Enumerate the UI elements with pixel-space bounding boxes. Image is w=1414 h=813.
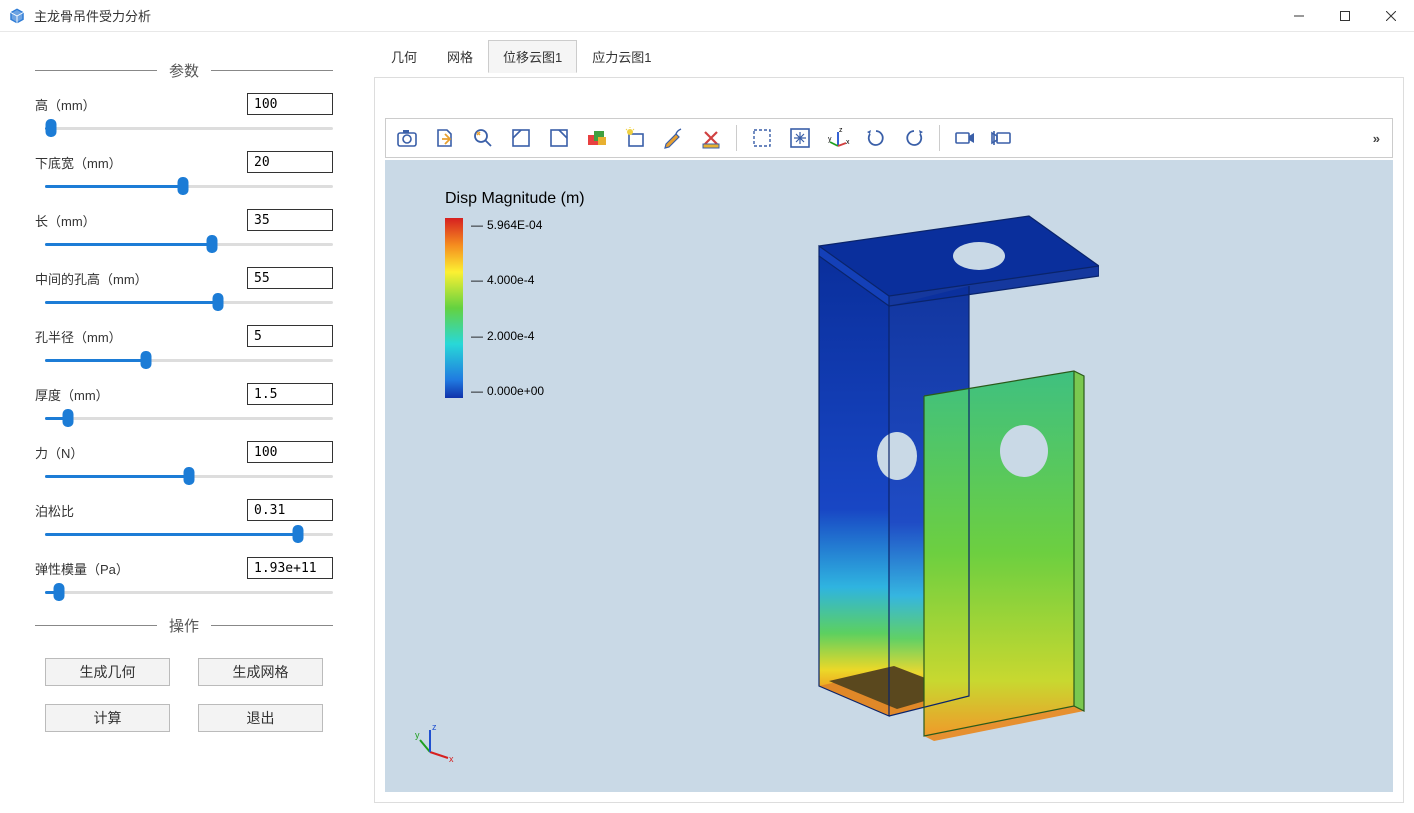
viewport-canvas[interactable]: Disp Magnitude (m) 5.964E-04 4.000e-4 2.00…	[385, 160, 1393, 792]
legend-title: Disp Magnitude (m)	[445, 190, 585, 208]
param-slider-4[interactable]	[45, 351, 333, 369]
camera-rec-icon[interactable]	[950, 123, 980, 153]
axis-icon[interactable]: zy x	[823, 123, 853, 153]
sidebar: 参数 高（mm） 下底宽（mm） 长（mm）	[0, 32, 368, 813]
param-label: 力（N）	[35, 443, 83, 462]
zoom-icon[interactable]	[468, 123, 498, 153]
compute-button[interactable]: 计算	[45, 704, 170, 732]
param-slider-3[interactable]	[45, 293, 333, 311]
camera-icon[interactable]	[392, 123, 422, 153]
multibox-icon[interactable]	[582, 123, 612, 153]
fit-icon[interactable]	[785, 123, 815, 153]
param-slider-2[interactable]	[45, 235, 333, 253]
svg-text:y: y	[828, 136, 832, 143]
svg-text:z: z	[839, 127, 843, 134]
rotate-ccw-icon[interactable]	[899, 123, 929, 153]
param-input-8[interactable]	[247, 557, 333, 579]
param-input-2[interactable]	[247, 209, 333, 231]
close-button[interactable]	[1368, 0, 1414, 32]
param-slider-7[interactable]	[45, 525, 333, 543]
param-label: 弹性模量（Pa）	[35, 559, 129, 578]
toolbar-more-icon[interactable]: »	[1367, 131, 1386, 146]
rotate-cw-icon[interactable]	[861, 123, 891, 153]
tab-3[interactable]: 应力云图1	[577, 40, 666, 73]
param-slider-0[interactable]	[45, 119, 333, 137]
tab-1[interactable]: 网格	[432, 40, 488, 73]
camera-prev-icon[interactable]	[988, 123, 1018, 153]
svg-text:x: x	[449, 754, 454, 762]
legend-tick: 5.964E-04	[471, 218, 544, 232]
param-label: 高（mm）	[35, 95, 96, 114]
brush-icon[interactable]	[658, 123, 688, 153]
minimize-button[interactable]	[1276, 0, 1322, 32]
param-input-4[interactable]	[247, 325, 333, 347]
param-slider-1[interactable]	[45, 177, 333, 195]
param-label: 中间的孔高（mm）	[35, 269, 148, 288]
box-nw-icon[interactable]	[506, 123, 536, 153]
actions-heading: 操作	[35, 615, 333, 636]
box-ne-icon[interactable]	[544, 123, 574, 153]
param-slider-5[interactable]	[45, 409, 333, 427]
model-render	[679, 196, 1099, 756]
legend-tick: 4.000e-4	[471, 273, 544, 287]
legend-tick: 2.000e-4	[471, 329, 544, 343]
generate-mesh-button[interactable]: 生成网格	[198, 658, 323, 686]
window-title: 主龙骨吊件受力分析	[34, 6, 1276, 25]
params-heading: 参数	[35, 60, 333, 81]
svg-text:z: z	[432, 722, 437, 732]
param-slider-6[interactable]	[45, 467, 333, 485]
select-area-icon[interactable]	[747, 123, 777, 153]
param-label: 泊松比	[35, 501, 74, 520]
param-label: 下底宽（mm）	[35, 153, 122, 172]
svg-text:y: y	[415, 730, 420, 740]
delete-ruler-icon[interactable]	[696, 123, 726, 153]
color-legend: Disp Magnitude (m) 5.964E-04 4.000e-4 2.00…	[445, 190, 585, 398]
app-icon	[8, 7, 26, 25]
viewer-toolbar: zy x »	[385, 118, 1393, 158]
tabs: 几何网格位移云图1应力云图1	[368, 40, 1414, 73]
tab-2[interactable]: 位移云图1	[488, 40, 577, 73]
param-input-5[interactable]	[247, 383, 333, 405]
svg-text:x: x	[846, 139, 850, 146]
axis-triad-icon: x y z	[415, 722, 455, 762]
viewer-panel: zyx» Disp Magnitude (m) 5.964E-044.000e-…	[374, 77, 1404, 803]
param-label: 长（mm）	[35, 211, 96, 230]
legend-colorbar	[445, 218, 463, 398]
export-icon[interactable]	[430, 123, 460, 153]
param-input-1[interactable]	[247, 151, 333, 173]
tab-0[interactable]: 几何	[376, 40, 432, 73]
param-label: 孔半径（mm）	[35, 327, 122, 346]
maximize-button[interactable]	[1322, 0, 1368, 32]
param-input-0[interactable]	[247, 93, 333, 115]
content-area: 几何网格位移云图1应力云图1 zyx» Disp Magnitude (m) 5…	[368, 32, 1414, 813]
exit-button[interactable]: 退出	[198, 704, 323, 732]
generate-geometry-button[interactable]: 生成几何	[45, 658, 170, 686]
legend-tick: 0.000e+00	[471, 384, 544, 398]
window-controls	[1276, 0, 1414, 32]
param-input-3[interactable]	[247, 267, 333, 289]
titlebar: 主龙骨吊件受力分析	[0, 0, 1414, 32]
param-slider-8[interactable]	[45, 583, 333, 601]
param-input-7[interactable]	[247, 499, 333, 521]
param-label: 厚度（mm）	[35, 385, 109, 404]
param-input-6[interactable]	[247, 441, 333, 463]
bulb-box-icon[interactable]	[620, 123, 650, 153]
